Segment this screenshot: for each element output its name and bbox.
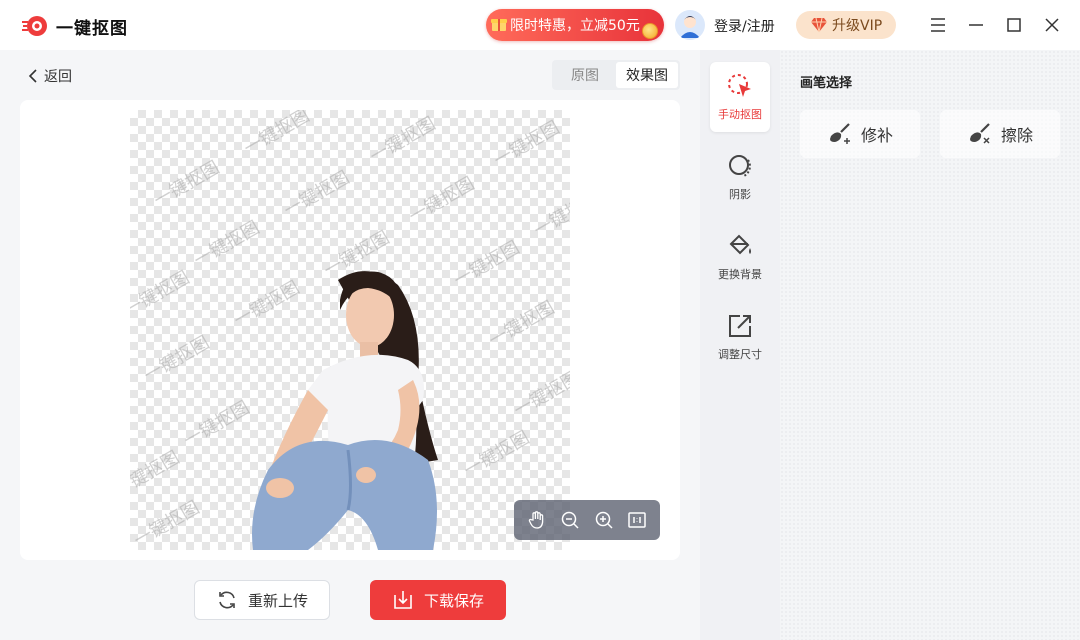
view-toggle: 原图 效果图 (552, 60, 680, 90)
avatar[interactable] (675, 10, 705, 40)
erase-brush-icon (969, 123, 990, 144)
diamond-icon (811, 17, 827, 33)
tool-label: 阴影 (729, 188, 751, 201)
tool-label: 更换背景 (718, 268, 762, 281)
repair-label: 修补 (860, 126, 893, 145)
watermark: 一键抠图 (530, 187, 570, 242)
repair-brush-icon (829, 123, 850, 144)
promo-badge[interactable]: 限时特惠，立减50元 (486, 9, 664, 41)
result-image[interactable]: 一键抠图 一键抠图 一键抠图 一键抠图 一键抠图 一键抠图 一键抠图 一键抠图 … (130, 110, 570, 550)
paint-bucket-icon (729, 234, 751, 255)
watermark: 一键抠图 (280, 167, 354, 222)
vip-label: 升级VIP (832, 18, 883, 34)
tool-sidebar: 手动抠图 阴影 更换背景 调整尺寸 (700, 50, 780, 640)
watermark: 一键抠图 (140, 332, 214, 387)
shadow-icon (729, 155, 751, 177)
zoom-in-icon[interactable] (592, 508, 616, 532)
brush-panel: 画笔选择 修补 擦除 (780, 50, 1080, 640)
tool-manual-cutout[interactable]: 手动抠图 (710, 62, 770, 132)
watermark: 一键抠图 (150, 157, 224, 212)
back-label: 返回 (44, 69, 72, 85)
user-avatar-icon (675, 10, 705, 40)
actual-size-icon[interactable] (625, 508, 649, 532)
menu-icon[interactable] (928, 15, 948, 35)
reupload-label: 重新上传 (247, 591, 308, 610)
watermark: 一键抠图 (460, 427, 534, 482)
tool-label: 手动抠图 (718, 108, 762, 121)
upgrade-vip-button[interactable]: 升级VIP (796, 11, 896, 39)
resize-icon (729, 315, 751, 337)
title-bar: 一键抠图 限时特惠，立减50元 登录/注册 升级VIP (0, 0, 1080, 50)
back-button[interactable]: 返回 (28, 66, 72, 86)
result-view-tab[interactable]: 效果图 (616, 62, 678, 88)
maximize-icon[interactable] (1004, 15, 1024, 35)
minimize-icon[interactable] (966, 15, 986, 35)
manual-cutout-icon (728, 74, 751, 97)
tool-shadow[interactable]: 阴影 (710, 142, 770, 212)
zoom-out-icon[interactable] (558, 508, 582, 532)
watermark: 一键抠图 (130, 447, 184, 502)
tool-label: 调整尺寸 (718, 348, 762, 361)
original-view-tab[interactable]: 原图 (554, 62, 616, 88)
refresh-icon (219, 591, 235, 609)
erase-brush-button[interactable]: 擦除 (940, 110, 1060, 158)
brush-panel-title: 画笔选择 (800, 76, 853, 91)
coin-icon (642, 23, 658, 39)
download-icon (394, 591, 412, 609)
cutout-person-figure (252, 271, 438, 550)
chevron-left-icon (28, 69, 37, 83)
watermark: 一键抠图 (510, 367, 570, 422)
gift-icon (491, 19, 507, 31)
watermark: 一键抠图 (485, 297, 559, 352)
download-save-button[interactable]: 下载保存 (370, 580, 506, 620)
tool-change-background[interactable]: 更换背景 (710, 222, 770, 292)
promo-label: 限时特惠，立减50元 (510, 18, 640, 34)
watermark: 一键抠图 (366, 113, 440, 168)
tool-resize[interactable]: 调整尺寸 (710, 302, 770, 372)
close-icon[interactable] (1042, 15, 1062, 35)
hand-pan-icon[interactable] (525, 508, 549, 532)
watermark: 一键抠图 (240, 110, 314, 160)
watermark: 一键抠图 (490, 117, 564, 172)
watermark: 一键抠图 (130, 497, 204, 550)
app-logo-icon (22, 16, 47, 36)
watermark: 一键抠图 (130, 267, 194, 322)
zoom-toolbar (514, 500, 660, 540)
login-link[interactable]: 登录/注册 (714, 16, 775, 36)
watermark: 一键抠图 (405, 173, 479, 228)
reupload-button[interactable]: 重新上传 (194, 580, 330, 620)
erase-label: 擦除 (1000, 126, 1033, 145)
download-label: 下载保存 (423, 591, 484, 610)
app-title: 一键抠图 (56, 19, 128, 39)
repair-brush-button[interactable]: 修补 (800, 110, 920, 158)
